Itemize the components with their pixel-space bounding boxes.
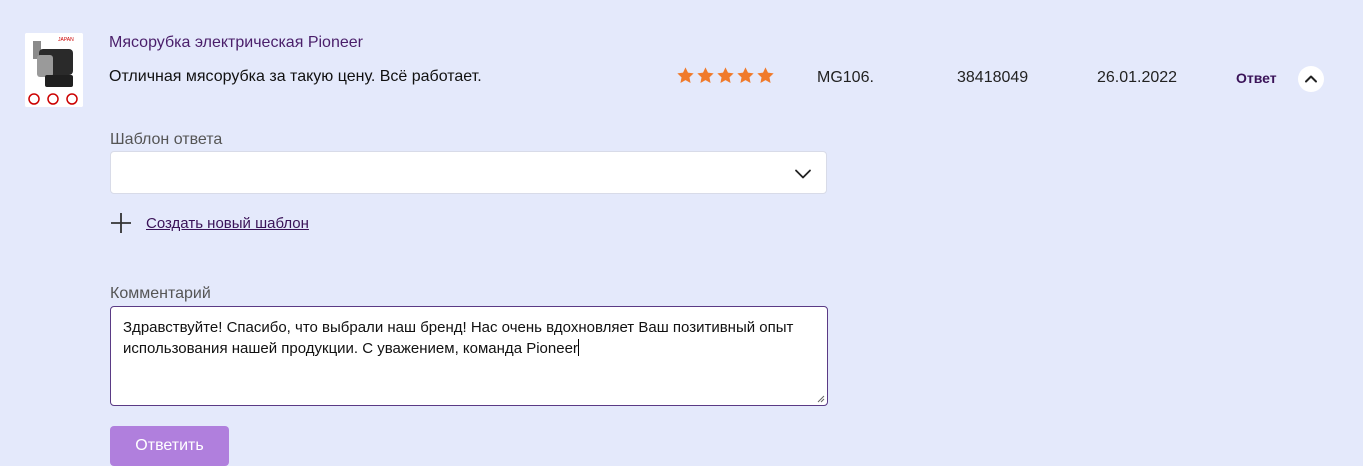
comment-label: Комментарий: [110, 285, 211, 302]
create-template-link[interactable]: Создать новый шаблон: [146, 215, 309, 232]
star-icon: [677, 67, 694, 83]
chevron-up-icon: [1305, 75, 1317, 83]
plus-icon[interactable]: [110, 212, 132, 234]
meat-grinder-image: JAPAN: [25, 33, 83, 107]
product-thumbnail[interactable]: JAPAN: [25, 33, 83, 107]
star-icon: [717, 67, 734, 83]
rating-stars: [676, 66, 775, 85]
comment-text: Здравствуйте! Спасибо, что выбрали наш б…: [123, 319, 794, 357]
answer-status-label: Ответ: [1236, 70, 1277, 86]
template-select[interactable]: [110, 151, 827, 194]
product-model: MG106.: [817, 69, 874, 86]
review-date: 26.01.2022: [1097, 69, 1178, 86]
review-card: JAPAN Мясорубка электрическая Pioneer От…: [0, 0, 1363, 466]
create-template-row[interactable]: Создать новый шаблон: [110, 212, 309, 234]
product-article: 38418049: [957, 69, 1029, 86]
star-icon: [757, 67, 774, 83]
submit-reply-button[interactable]: Ответить: [110, 426, 229, 466]
collapse-button[interactable]: [1298, 66, 1324, 92]
product-name-link[interactable]: Мясорубка электрическая Pioneer: [109, 34, 363, 52]
star-icon: [737, 67, 754, 83]
template-label: Шаблон ответа: [110, 131, 223, 148]
japan-badge: JAPAN: [58, 37, 74, 43]
comment-textarea[interactable]: Здравствуйте! Спасибо, что выбрали наш б…: [110, 306, 828, 406]
review-text: Отличная мясорубка за такую цену. Всё ра…: [109, 68, 482, 85]
chevron-down-icon: [795, 169, 811, 179]
resize-handle-icon[interactable]: [815, 393, 825, 403]
star-icon: [697, 67, 714, 83]
text-caret: [577, 339, 579, 356]
